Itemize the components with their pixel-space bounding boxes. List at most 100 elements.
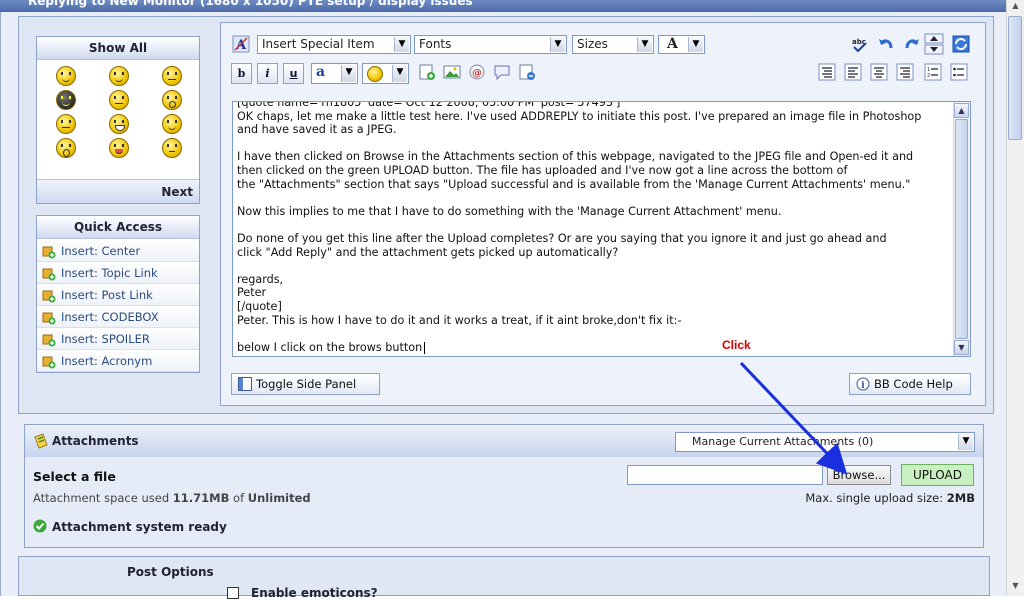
scroll-thumb[interactable] — [955, 119, 968, 339]
quick-access-title: Quick Access — [37, 216, 199, 239]
window-title-bar: Replying to New Monitor (1680 x 1050) PT… — [0, 0, 1006, 12]
highlight-select[interactable]: a ▼ — [311, 63, 358, 84]
svg-text:2: 2 — [927, 73, 930, 79]
quick-access-label: Insert: CODEBOX — [61, 310, 159, 324]
special-item-select[interactable]: Insert Special Item ▼ — [257, 35, 411, 54]
insert-code-icon[interactable] — [517, 63, 537, 83]
chevron-down-icon: ▼ — [392, 65, 407, 82]
bullet-list-icon[interactable] — [949, 63, 969, 83]
insert-plugin-icon — [42, 288, 56, 303]
svg-text:i: i — [861, 381, 865, 391]
quick-access-item[interactable]: Insert: Post Link — [37, 284, 199, 306]
quick-access-item[interactable]: Insert: CODEBOX — [37, 306, 199, 328]
quick-access-label: Insert: Acronym — [61, 354, 153, 368]
quick-access-label: Insert: Post Link — [61, 288, 153, 302]
redo-icon[interactable] — [902, 35, 922, 55]
space-limit: Unlimited — [247, 491, 311, 505]
smilies-next-link[interactable]: Next — [37, 179, 199, 203]
remove-format-icon[interactable] — [817, 63, 837, 83]
align-center-icon[interactable] — [869, 63, 889, 83]
enable-emoticons-checkbox[interactable] — [227, 587, 239, 599]
fonts-select[interactable]: Fonts ▼ — [414, 35, 567, 54]
max-upload-value: 2MB — [946, 491, 975, 505]
show-all-link[interactable]: Show All — [37, 37, 199, 60]
undo-icon[interactable] — [876, 35, 896, 55]
shocked-icon[interactable] — [56, 138, 76, 158]
scroll-down-icon[interactable]: ▼ — [954, 340, 969, 355]
underline-button[interactable]: u — [283, 63, 304, 84]
quick-access-item[interactable]: Insert: Center — [37, 240, 199, 262]
resize-editor-icon[interactable] — [924, 33, 944, 55]
window-title: Replying to New Monitor (1680 x 1050) PT… — [28, 0, 473, 8]
insert-quote-icon[interactable] — [492, 63, 512, 83]
sad-icon[interactable] — [56, 114, 76, 134]
toggle-side-panel-label: Toggle Side Panel — [256, 377, 357, 391]
attachments-title: Attachments — [52, 434, 139, 448]
page-scroll-down-icon[interactable]: ▼ — [1008, 581, 1023, 595]
angry-icon[interactable] — [109, 90, 129, 110]
insert-image-icon[interactable] — [442, 63, 462, 83]
insert-plugin-icon — [42, 266, 56, 281]
insert-link-icon[interactable] — [417, 63, 437, 83]
tongue-icon[interactable] — [109, 138, 129, 158]
chevron-down-icon: ▼ — [341, 65, 356, 82]
space-prefix: Attachment space used — [33, 491, 173, 505]
font-color-select[interactable]: A ▼ — [658, 35, 705, 54]
wink-icon[interactable] — [109, 66, 129, 86]
insert-plugin-icon — [42, 310, 56, 325]
post-options-section: Post Options Enable emoticons? — [18, 556, 990, 600]
annotation-label: Click — [722, 338, 751, 352]
text-cursor — [424, 342, 425, 354]
max-upload-label: Max. single upload size: — [805, 491, 947, 505]
align-right-icon[interactable] — [895, 63, 915, 83]
max-upload-info: Max. single upload size: 2MB — [805, 491, 975, 505]
insert-email-icon[interactable]: @ — [467, 63, 487, 83]
quick-access-label: Insert: Center — [61, 244, 141, 258]
post-textarea[interactable]: [quote name='rn1805' date='Oct 12 2008, … — [232, 101, 971, 357]
svg-text:@: @ — [472, 68, 482, 79]
attachment-space-info: Attachment space used 11.71MB of Unlimit… — [33, 491, 311, 505]
toggle-side-panel-button[interactable]: Toggle Side Panel — [231, 373, 380, 395]
insert-plugin-icon — [42, 244, 56, 259]
chevron-down-icon: ▼ — [550, 37, 565, 52]
chevron-down-icon: ▼ — [688, 37, 703, 52]
biggrin-icon[interactable] — [109, 114, 129, 134]
side-panel-icon — [238, 377, 252, 397]
special-item-value: Insert Special Item — [262, 37, 375, 51]
space-used: 11.71MB — [172, 491, 230, 505]
scroll-up-icon[interactable]: ▲ — [954, 103, 969, 118]
smile-icon — [367, 66, 383, 82]
font-format-icon[interactable]: A — [231, 35, 251, 55]
happy-icon[interactable] — [162, 114, 182, 134]
sizes-value: Sizes — [577, 37, 608, 51]
page-scroll-thumb[interactable] — [1008, 16, 1022, 140]
quick-access-item[interactable]: Insert: Acronym — [37, 350, 199, 372]
bb-code-help-button[interactable]: i BB Code Help — [849, 373, 971, 395]
quick-access-panel: Quick Access Insert: Center Insert: Topic… — [36, 215, 200, 373]
textarea-scrollbar[interactable]: ▲ ▼ — [953, 102, 970, 356]
page-scroll-up-icon[interactable]: ▲ — [1008, 1, 1023, 15]
numbered-list-icon[interactable]: 12 — [923, 63, 943, 83]
quick-access-item[interactable]: Insert: SPOILER — [37, 328, 199, 350]
frown-icon[interactable] — [162, 138, 182, 158]
attachment-icon — [33, 433, 49, 452]
quick-access-label: Insert: Topic Link — [61, 266, 158, 280]
select-file-label: Select a file — [33, 469, 116, 484]
cool-icon[interactable] — [56, 90, 76, 110]
spellcheck-icon[interactable]: abc — [850, 35, 870, 55]
confused-icon[interactable] — [162, 66, 182, 86]
attachment-status: Attachment system ready — [52, 520, 227, 534]
sizes-select[interactable]: Sizes ▼ — [572, 35, 654, 54]
toggle-view-icon[interactable] — [951, 35, 971, 55]
quick-access-item[interactable]: Insert: Topic Link — [37, 262, 199, 284]
upload-button[interactable]: UPLOAD — [901, 464, 974, 486]
bold-button[interactable]: b — [231, 63, 252, 84]
surprised-icon[interactable] — [162, 90, 182, 110]
italic-button[interactable]: i — [257, 63, 278, 84]
post-text: [quote name='rn1805' date='Oct 12 2008, … — [237, 101, 922, 354]
align-left-icon[interactable] — [843, 63, 863, 83]
space-of: of — [229, 491, 248, 505]
emoticon-select[interactable]: ▼ — [362, 63, 409, 84]
quick-access-label: Insert: SPOILER — [61, 332, 150, 346]
smile-icon[interactable] — [56, 66, 76, 86]
